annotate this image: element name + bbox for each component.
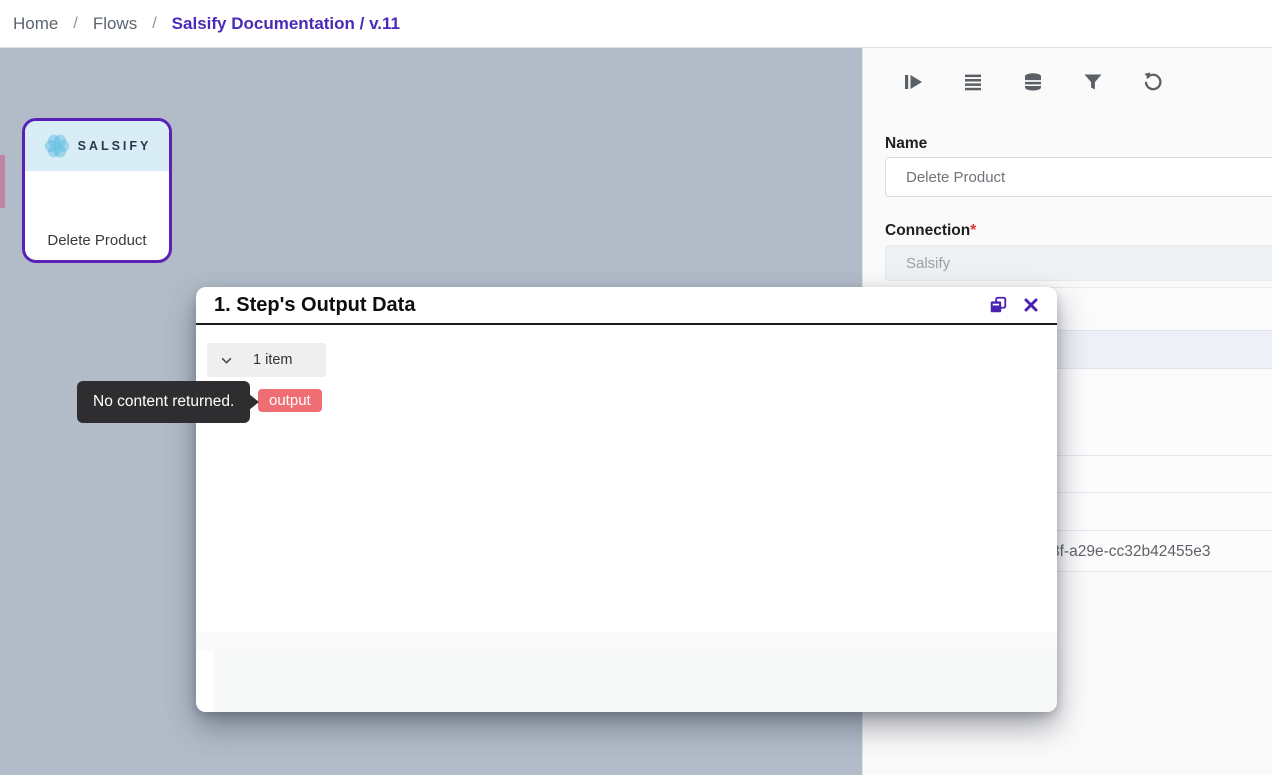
node-step-label: Delete Product	[25, 232, 169, 249]
required-asterisk: *	[970, 222, 976, 239]
modal-footer	[214, 650, 1057, 712]
tooltip-text: No content returned.	[93, 393, 234, 410]
step-toolbar	[901, 70, 1165, 94]
breadcrumb-flows[interactable]: Flows	[93, 14, 137, 34]
tooltip-arrow	[249, 394, 259, 410]
modal-title: 1. Step's Output Data	[214, 294, 988, 317]
tooltip: No content returned.	[77, 381, 250, 423]
modal-footer-band	[196, 632, 1057, 650]
log-list-icon[interactable]	[961, 70, 985, 94]
breadcrumb-separator: /	[152, 15, 156, 33]
breadcrumb-current-flow: Salsify Documentation / v.11	[172, 14, 400, 34]
chevron-down-icon	[219, 353, 234, 368]
output-badge[interactable]: output	[258, 389, 322, 412]
name-input[interactable]	[885, 157, 1272, 197]
modal-header-actions	[988, 295, 1041, 315]
breadcrumb: Home / Flows / Salsify Documentation / v…	[0, 0, 1272, 48]
undo-icon[interactable]	[1141, 70, 1165, 94]
filter-icon[interactable]	[1081, 70, 1105, 94]
items-collapse-toggle[interactable]: 1 item	[207, 343, 326, 377]
flow-step-node[interactable]: SALSIFY Delete Product	[22, 118, 172, 263]
modal-footer-corner	[196, 650, 214, 712]
copy-icon[interactable]	[988, 295, 1008, 315]
breadcrumb-home[interactable]: Home	[13, 14, 58, 34]
breadcrumb-separator: /	[73, 15, 77, 33]
database-icon[interactable]	[1021, 70, 1045, 94]
connection-label-text: Connection	[885, 222, 970, 239]
connection-field-label: Connection*	[885, 222, 976, 240]
items-count-label: 1 item	[253, 352, 293, 368]
canvas-left-accent	[0, 155, 5, 208]
run-step-icon[interactable]	[901, 70, 925, 94]
app-window: Home / Flows / Salsify Documentation / v…	[0, 0, 1272, 775]
modal-header: 1. Step's Output Data	[196, 287, 1057, 325]
name-field-label: Name	[885, 135, 927, 153]
connection-input[interactable]	[885, 245, 1272, 281]
close-icon[interactable]	[1021, 295, 1041, 315]
step-output-modal: 1. Step's Output Data 1 item output	[196, 287, 1057, 712]
salsify-flower-icon	[43, 132, 71, 160]
node-brand-text: SALSIFY	[78, 139, 152, 153]
node-header: SALSIFY	[25, 121, 169, 171]
